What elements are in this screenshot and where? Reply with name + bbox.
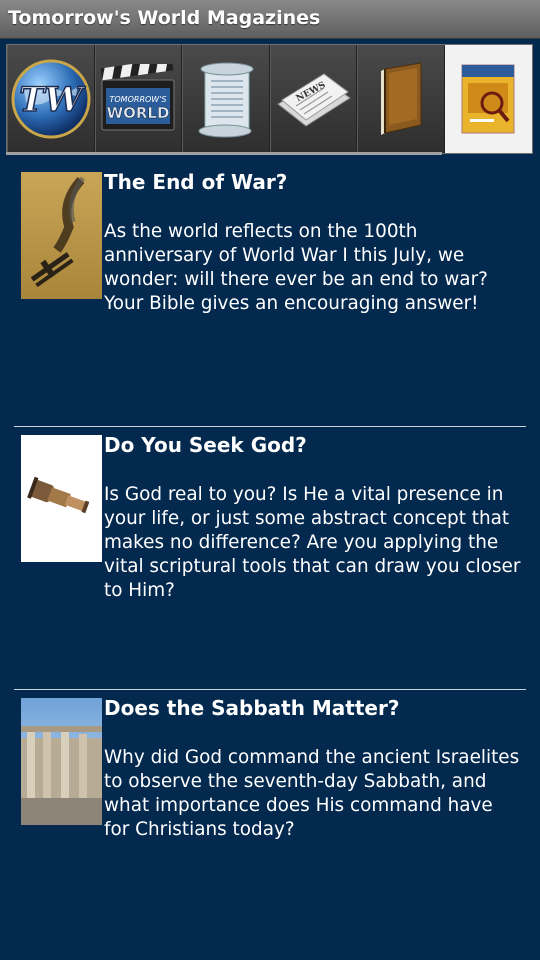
scroll-icon	[198, 62, 254, 138]
article-item[interactable]: Do You Seek God? Is God real to you? Is …	[14, 429, 526, 691]
spyglass-thumbnail	[21, 435, 102, 562]
category-tab-bar: TW TOMORROW'S WORLD NEWS	[6, 44, 533, 154]
newspaper-icon: NEWS	[277, 73, 352, 127]
article-summary: Is God real to you? Is He a vital presen…	[104, 484, 521, 601]
tab-scroll[interactable]	[182, 45, 270, 153]
svg-text:WORLD: WORLD	[107, 104, 170, 122]
tab-tw-globe[interactable]: TW	[7, 45, 95, 153]
svg-text:TW: TW	[19, 80, 85, 120]
tab-indicator-track	[6, 152, 442, 155]
article-title: Do You Seek God?	[104, 433, 307, 457]
article-title: Does the Sabbath Matter?	[104, 696, 400, 720]
svg-text:TOMORROW'S: TOMORROW'S	[110, 95, 167, 104]
tab-magazine[interactable]	[444, 45, 532, 153]
article-item[interactable]: The End of War? As the world reflects on…	[14, 166, 526, 428]
magazine-cover-icon	[461, 64, 515, 134]
tab-book[interactable]	[357, 45, 445, 153]
article-summary: As the world reflects on the 100th anniv…	[104, 221, 488, 314]
article-summary: Why did God command the ancient Israelit…	[104, 747, 520, 840]
list-divider	[14, 689, 526, 690]
title-bar: Tomorrow's World Magazines	[0, 0, 540, 39]
article-title: The End of War?	[104, 170, 288, 194]
ancient-ruins-thumbnail	[21, 698, 102, 825]
book-icon	[380, 62, 422, 135]
tab-tomorrows-world-tv[interactable]: TOMORROW'S WORLD	[94, 45, 182, 153]
article-item[interactable]: Does the Sabbath Matter? Why did God com…	[14, 692, 526, 954]
falling-biplane-thumbnail	[21, 172, 102, 299]
tw-globe-logo-icon: TW	[11, 59, 91, 139]
app-title: Tomorrow's World Magazines	[8, 7, 321, 29]
list-divider	[14, 426, 526, 427]
tab-news[interactable]: NEWS	[269, 45, 357, 153]
tomorrows-world-tv-clapperboard-icon: TOMORROW'S WORLD	[100, 64, 175, 131]
